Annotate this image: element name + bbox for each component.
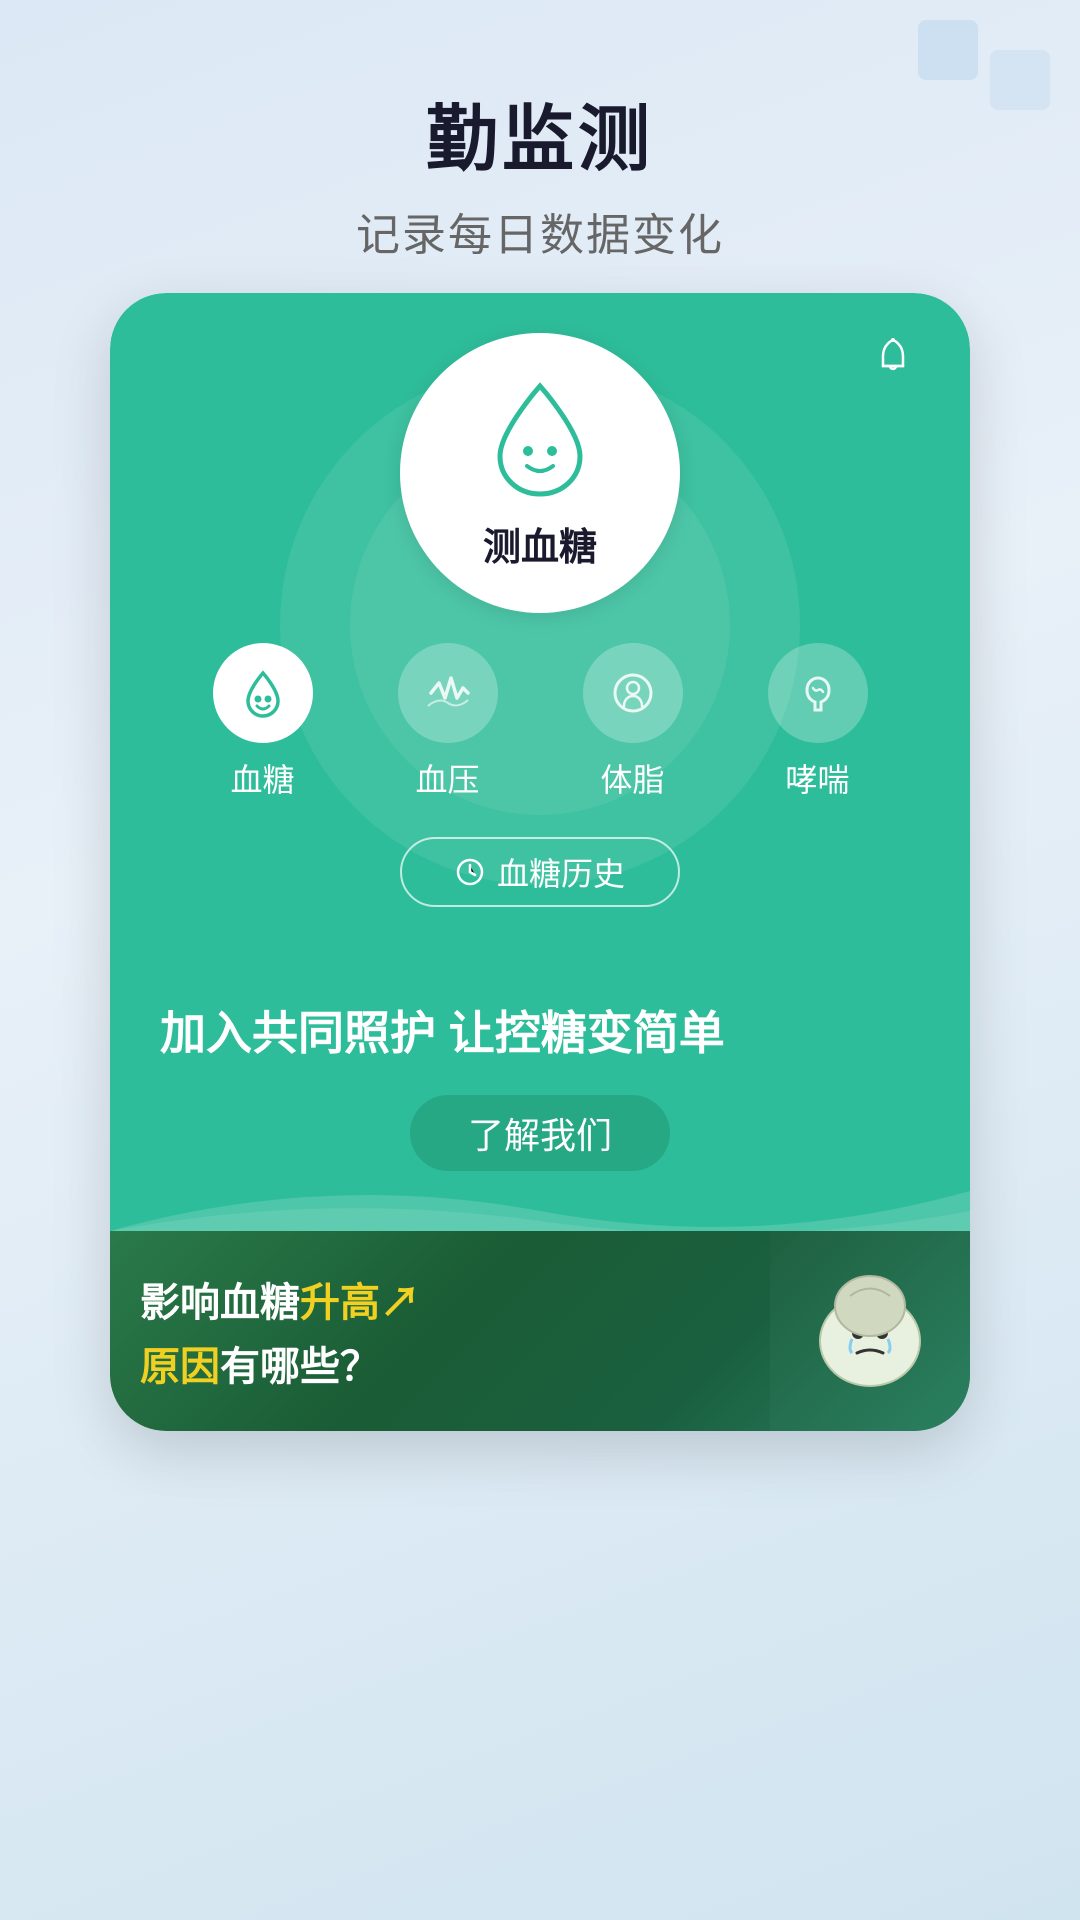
article-line2-highlight: 原因 xyxy=(140,1345,220,1389)
clock-icon xyxy=(455,857,485,887)
bell-button[interactable] xyxy=(866,329,920,383)
blood-pressure-item[interactable]: 血压 xyxy=(398,643,498,801)
asthma-label: 哮喘 xyxy=(785,755,849,801)
blood-pressure-icon-circle xyxy=(398,643,498,743)
measure-blood-sugar-button[interactable]: 测血糖 xyxy=(400,333,680,613)
deco-square-2 xyxy=(990,50,1050,110)
deco-square-1 xyxy=(918,20,978,80)
category-icons-row: 血糖 血压 xyxy=(150,643,930,801)
card-top-section: 测血糖 血糖 xyxy=(110,293,970,957)
article-mascot xyxy=(770,1231,970,1431)
article-highlight: 升高 xyxy=(300,1281,380,1325)
asthma-icon-circle xyxy=(768,643,868,743)
article-line1: 影响血糖升高↗ xyxy=(140,1270,740,1328)
article-line2: 原因有哪些？ xyxy=(140,1334,740,1392)
banner-text: 加入共同照护 让控糖变简单 xyxy=(160,1001,920,1065)
drop-mascot-icon xyxy=(480,376,600,506)
measure-label: 测血糖 xyxy=(483,516,597,571)
blood-pressure-icon xyxy=(423,668,473,718)
body-fat-item[interactable]: 体脂 xyxy=(583,643,683,801)
asthma-icon xyxy=(793,668,843,718)
asthma-item[interactable]: 哮喘 xyxy=(768,643,868,801)
blood-sugar-icon xyxy=(238,668,288,718)
blood-pressure-label: 血压 xyxy=(415,755,479,801)
wave-decoration xyxy=(110,1171,970,1231)
history-label: 血糖历史 xyxy=(497,849,625,895)
article-text: 影响血糖升高↗ 原因有哪些？ xyxy=(110,1231,770,1431)
blood-sugar-item[interactable]: 血糖 xyxy=(213,643,313,801)
body-fat-icon xyxy=(608,668,658,718)
card-bottom-section: 加入共同照护 让控糖变简单 了解我们 影响血糖升高↗ 原因有哪些？ xyxy=(110,957,970,1431)
dumpling-mascot-icon xyxy=(800,1261,940,1401)
blood-sugar-history-button[interactable]: 血糖历史 xyxy=(400,837,680,907)
learn-more-button[interactable]: 了解我们 xyxy=(410,1095,670,1171)
body-fat-label: 体脂 xyxy=(600,755,664,801)
body-fat-icon-circle xyxy=(583,643,683,743)
app-card: 测血糖 血糖 xyxy=(110,293,970,1431)
learn-more-label: 了解我们 xyxy=(468,1107,612,1159)
blood-sugar-icon-circle xyxy=(213,643,313,743)
care-banner: 加入共同照护 让控糖变简单 了解我们 xyxy=(110,957,970,1231)
blood-sugar-label: 血糖 xyxy=(230,755,294,801)
bg-decoration xyxy=(918,20,1050,110)
page-subtitle: 记录每日数据变化 xyxy=(0,199,1080,263)
article-banner[interactable]: 影响血糖升高↗ 原因有哪些？ xyxy=(110,1231,970,1431)
article-arrow-icon: ↗ xyxy=(380,1281,420,1325)
